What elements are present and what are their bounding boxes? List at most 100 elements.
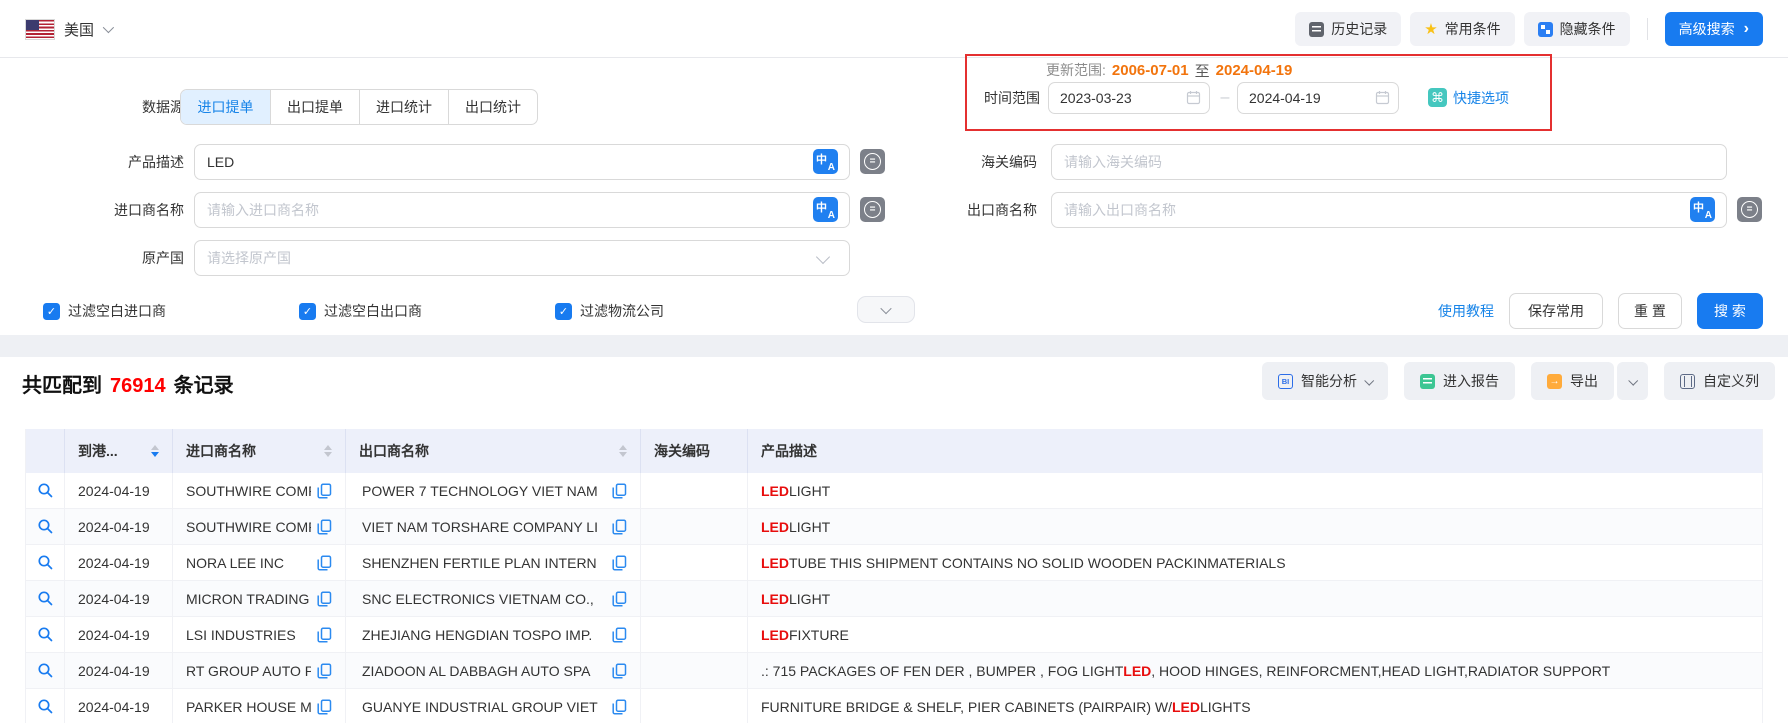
exact-match-icon[interactable] xyxy=(860,197,885,222)
chevron-down-icon xyxy=(1628,375,1638,385)
topbar-actions: 历史记录 常用条件 隐藏条件 高级搜索 xyxy=(1295,0,1763,58)
header-importer[interactable]: 进口商名称 xyxy=(173,429,346,473)
row-detail-button[interactable] xyxy=(26,545,65,580)
header-arrival-date[interactable]: 到港... xyxy=(65,429,173,473)
copy-icon[interactable] xyxy=(612,699,627,715)
translate-icon[interactable] xyxy=(813,197,838,222)
row-detail-button[interactable] xyxy=(26,617,65,652)
copy-icon[interactable] xyxy=(317,663,332,679)
cell-exporter: SNC ELECTRONICS VIETNAM CO., xyxy=(346,581,641,616)
cell-importer: MICRON TRADING xyxy=(173,581,346,616)
export-button[interactable]: 导出 xyxy=(1531,362,1614,400)
search-button[interactable]: 搜 索 xyxy=(1697,293,1763,329)
copy-icon[interactable] xyxy=(317,483,332,499)
translate-icon[interactable] xyxy=(813,149,838,174)
row-detail-button[interactable] xyxy=(26,689,65,723)
checkbox-filter-logistics[interactable]: 过滤物流公司 xyxy=(555,293,664,329)
tutorial-link[interactable]: 使用教程 xyxy=(1438,301,1494,321)
origin-label: 原产国 xyxy=(100,240,184,276)
row-detail-button[interactable] xyxy=(26,581,65,616)
exporter-input[interactable] xyxy=(1051,192,1727,228)
chevron-down-icon xyxy=(880,302,891,313)
chevron-down-icon xyxy=(1364,375,1374,385)
hs-code-label: 海关编码 xyxy=(953,144,1037,180)
copy-icon[interactable] xyxy=(317,627,332,643)
table-row[interactable]: 2024-04-19SOUTHWIRE COMPVIET NAM TORSHAR… xyxy=(26,509,1762,545)
custom-columns-button[interactable]: 自定义列 xyxy=(1664,362,1775,400)
copy-icon[interactable] xyxy=(612,555,627,571)
copy-icon[interactable] xyxy=(612,483,627,499)
hs-code-input[interactable] xyxy=(1051,144,1727,180)
header-exporter[interactable]: 出口商名称 xyxy=(346,429,641,473)
quick-options-icon[interactable] xyxy=(1428,88,1447,107)
cell-arrival-date: 2024-04-19 xyxy=(65,617,173,652)
copy-icon[interactable] xyxy=(612,591,627,607)
export-options-button[interactable] xyxy=(1617,362,1648,400)
cell-exporter: POWER 7 TECHNOLOGY VIET NAM xyxy=(346,473,641,508)
divider xyxy=(1647,18,1648,40)
table-row[interactable]: 2024-04-19NORA LEE INCSHENZHEN FERTILE P… xyxy=(26,545,1762,581)
tab-export-stats[interactable]: 出口统计 xyxy=(448,90,537,124)
exact-match-icon[interactable] xyxy=(860,149,885,174)
tab-import-stats[interactable]: 进口统计 xyxy=(359,90,448,124)
cell-exporter: ZIADOON AL DABBAGH AUTO SPA xyxy=(346,653,641,688)
row-detail-button[interactable] xyxy=(26,653,65,688)
table-row[interactable]: 2024-04-19PARKER HOUSE MGUANYE INDUSTRIA… xyxy=(26,689,1762,723)
cell-importer-text: RT GROUP AUTO P xyxy=(186,663,311,679)
table-row[interactable]: 2024-04-19MICRON TRADINGSNC ELECTRONICS … xyxy=(26,581,1762,617)
cell-exporter: VIET NAM TORSHARE COMPANY LI xyxy=(346,509,641,544)
country-selector[interactable]: 美国 xyxy=(25,0,111,58)
checkbox-label: 过滤物流公司 xyxy=(580,301,664,321)
desc-text: LIGHT xyxy=(789,519,830,535)
cell-hs-code xyxy=(641,653,748,688)
enter-report-button[interactable]: 进入报告 xyxy=(1404,362,1515,400)
favorites-label: 常用条件 xyxy=(1445,19,1501,39)
calendar-icon[interactable] xyxy=(1186,90,1201,105)
row-detail-button[interactable] xyxy=(26,473,65,508)
table-row[interactable]: 2024-04-19LSI INDUSTRIESZHEJIANG HENGDIA… xyxy=(26,617,1762,653)
checkbox-filter-blank-importer[interactable]: 过滤空白进口商 xyxy=(43,293,166,329)
desc-text: FURNITURE BRIDGE & SHELF, PIER CABINETS … xyxy=(761,699,1172,715)
origin-select[interactable] xyxy=(194,240,850,276)
desc-text: TUBE THIS SHIPMENT CONTAINS NO SOLID WOO… xyxy=(789,555,1286,571)
row-detail-button[interactable] xyxy=(26,509,65,544)
importer-input[interactable] xyxy=(194,192,850,228)
checkbox-filter-blank-exporter[interactable]: 过滤空白出口商 xyxy=(299,293,422,329)
sort-icons[interactable] xyxy=(619,445,627,457)
product-desc-label: 产品描述 xyxy=(100,144,184,180)
sort-icons[interactable] xyxy=(151,445,159,457)
product-desc-input[interactable] xyxy=(194,144,850,180)
table-row[interactable]: 2024-04-19SOUTHWIRE COMPPOWER 7 TECHNOLO… xyxy=(26,473,1762,509)
copy-icon[interactable] xyxy=(612,519,627,535)
smart-analysis-button[interactable]: 智能分析 xyxy=(1262,362,1388,400)
header-label: 海关编码 xyxy=(654,441,710,461)
favorites-button[interactable]: 常用条件 xyxy=(1410,12,1514,46)
advanced-search-button[interactable]: 高级搜索 xyxy=(1665,12,1763,46)
hide-conditions-button[interactable]: 隐藏条件 xyxy=(1524,12,1630,46)
calendar-icon[interactable] xyxy=(1375,90,1390,105)
copy-icon[interactable] xyxy=(317,699,332,715)
tab-import-bol[interactable]: 进口提单 xyxy=(181,90,270,124)
cell-exporter: ZHEJIANG HENGDIAN TOSPO IMP. xyxy=(346,617,641,652)
hide-panel-icon xyxy=(1538,22,1553,37)
collapse-filters-button[interactable] xyxy=(857,296,915,323)
export-label: 导出 xyxy=(1570,371,1598,391)
copy-icon[interactable] xyxy=(612,627,627,643)
translate-icon[interactable] xyxy=(1690,197,1715,222)
copy-icon[interactable] xyxy=(317,591,332,607)
quick-options-link[interactable]: 快捷选项 xyxy=(1453,82,1509,114)
table-row[interactable]: 2024-04-19RT GROUP AUTO PZIADOON AL DABB… xyxy=(26,653,1762,689)
keyword-highlight: LED xyxy=(761,555,789,571)
tab-export-bol[interactable]: 出口提单 xyxy=(270,90,359,124)
cell-importer: SOUTHWIRE COMP xyxy=(173,509,346,544)
copy-icon[interactable] xyxy=(317,555,332,571)
keyword-highlight: LED xyxy=(761,591,789,607)
reset-button[interactable]: 重 置 xyxy=(1618,293,1682,329)
history-button[interactable]: 历史记录 xyxy=(1295,12,1401,46)
cell-importer: LSI INDUSTRIES xyxy=(173,617,346,652)
copy-icon[interactable] xyxy=(612,663,627,679)
copy-icon[interactable] xyxy=(317,519,332,535)
exact-match-icon[interactable] xyxy=(1737,197,1762,222)
sort-icons[interactable] xyxy=(324,445,332,457)
save-favorite-button[interactable]: 保存常用 xyxy=(1509,293,1603,329)
